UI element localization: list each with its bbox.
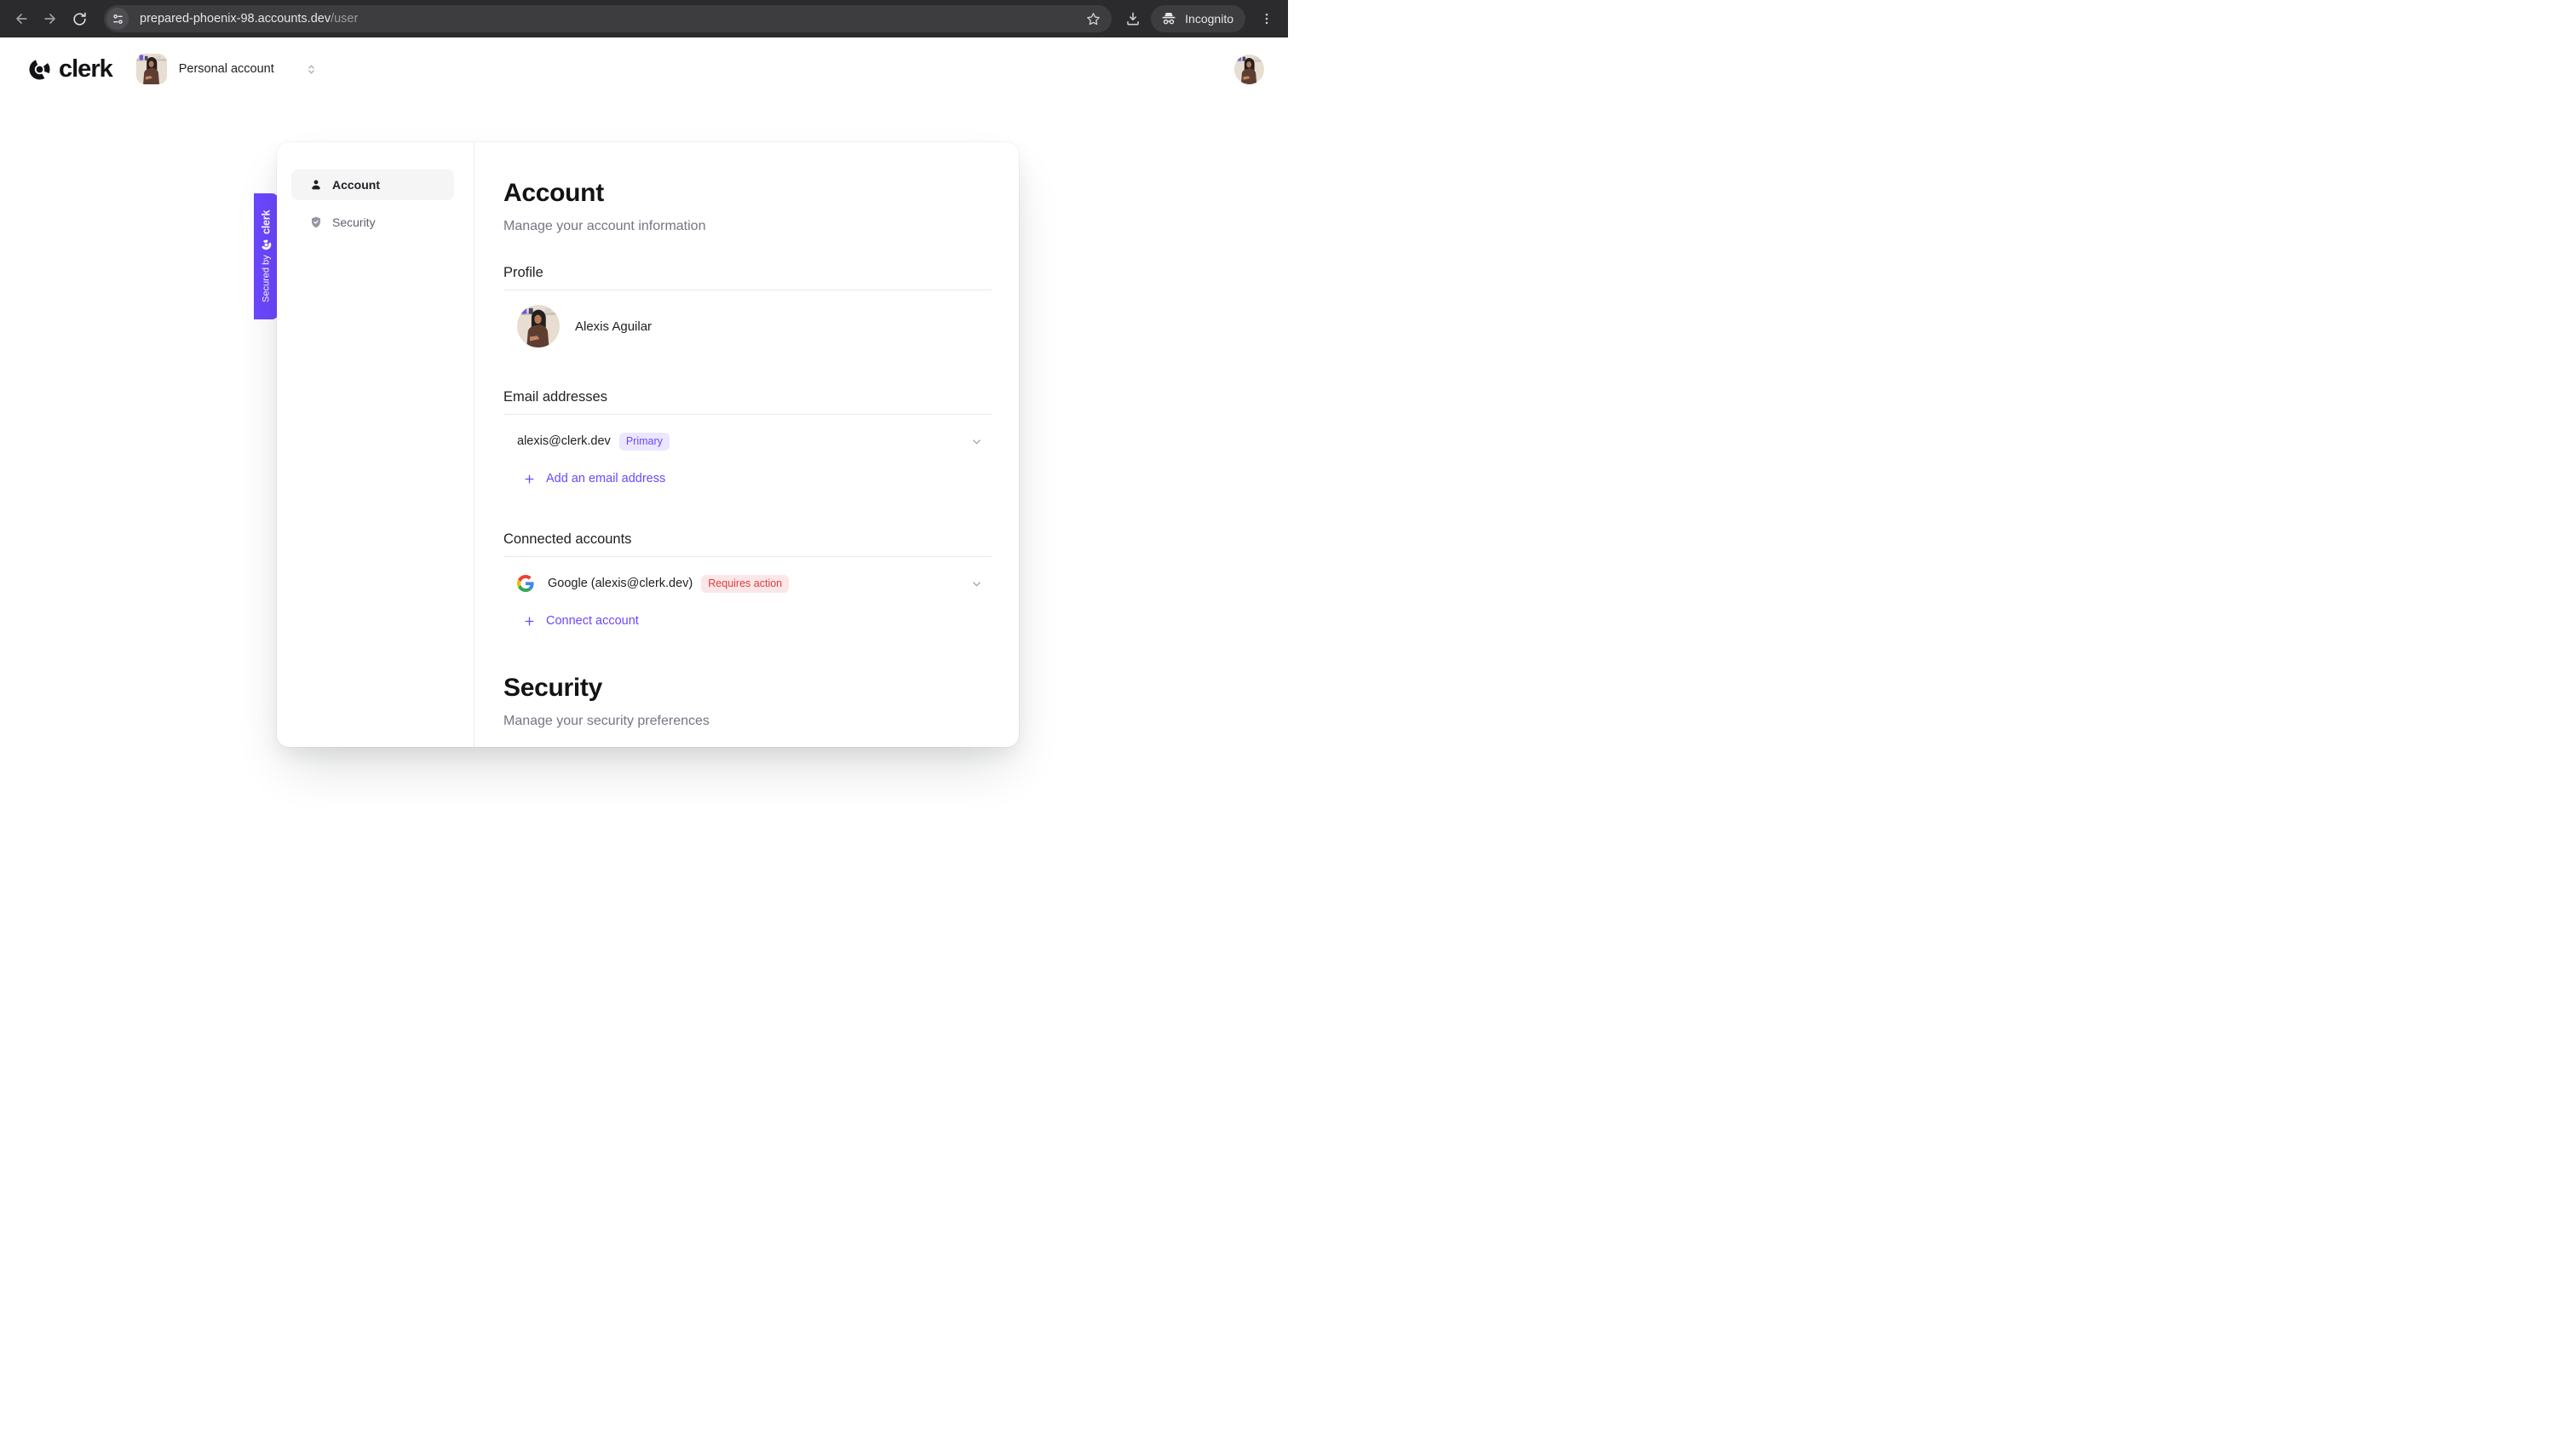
chevron-up-down-icon [305,63,318,76]
user-profile-card: Account Security Account Manage your acc… [277,142,1019,747]
connect-account-button[interactable]: Connect account [503,606,992,636]
site-header: clerk Personal account [0,37,1288,101]
connected-accounts-heading: Connected accounts [503,531,992,548]
security-title: Security [503,674,992,703]
avatar-image [1234,55,1264,84]
secured-by-clerk-badge[interactable]: Secured by clerk [254,193,279,319]
sidebar-item-account[interactable]: Account [291,169,454,200]
browser-toolbar: prepared-phoenix-98.accounts.dev/user In… [0,0,1288,37]
download-button[interactable] [1118,4,1147,33]
clerk-wordmark: clerk [59,55,112,83]
incognito-label: Incognito [1185,12,1233,26]
account-switcher[interactable]: Personal account [136,54,318,84]
email-address: alexis@clerk.dev [517,434,611,448]
sidebar-item-label: Account [332,178,380,192]
google-icon [517,575,534,592]
sidebar-item-label: Security [332,215,376,229]
profile-content: Account Manage your account information … [474,142,1019,747]
requires-action-badge: Requires action [701,575,789,593]
connected-account-expand-button[interactable] [970,577,983,590]
download-icon [1124,10,1141,27]
avatar-image [517,305,560,347]
connected-account-label: Google (alexis@clerk.dev) [548,577,693,590]
page-subtitle: Manage your account information [503,219,992,234]
primary-badge: Primary [619,433,670,451]
reload-icon [72,11,88,27]
plus-icon [524,616,535,627]
email-row-expand-button[interactable] [970,435,983,448]
profile-avatar [517,305,560,347]
connected-account-row[interactable]: Google (alexis@clerk.dev) Requires actio… [503,568,992,599]
profile-heading: Profile [503,265,992,281]
url-text: prepared-phoenix-98.accounts.dev/user [140,12,358,26]
avatar-image [136,54,167,84]
add-email-button[interactable]: Add an email address [503,463,992,494]
forward-button[interactable] [36,4,65,33]
tune-icon [111,12,125,26]
add-email-label: Add an email address [546,472,665,485]
divider [503,414,992,415]
incognito-badge: Incognito [1151,5,1245,32]
user-icon [309,178,323,192]
clerk-logo: clerk [28,55,112,83]
connect-account-label: Connect account [546,614,639,628]
profile-row[interactable]: Alexis Aguilar [503,305,992,347]
security-section: Security Manage your security preference… [503,674,992,729]
account-switcher-avatar [136,54,167,84]
connected-accounts-section: Connected accounts Google (alexis@clerk.… [503,531,992,636]
secured-by-brand: clerk [261,210,273,234]
star-icon [1085,11,1101,27]
incognito-icon [1160,10,1177,27]
email-addresses-heading: Email addresses [503,389,992,405]
back-icon [13,10,30,27]
url-path: /user [331,12,358,26]
security-subtitle: Manage your security preferences [503,714,992,729]
url-domain: prepared-phoenix-98.accounts.dev [140,12,331,26]
plus-icon [524,474,535,485]
reload-button[interactable] [65,4,94,33]
account-switcher-label: Personal account [179,62,274,76]
secured-by-label: Secured by [262,256,272,303]
clerk-logo-icon [261,239,272,250]
browser-menu-button[interactable] [1252,4,1281,33]
back-button[interactable] [7,4,36,33]
forward-icon [42,10,59,27]
chevron-down-icon [970,435,983,448]
email-addresses-section: Email addresses alexis@clerk.dev Primary… [503,389,992,494]
page-title: Account [503,179,992,208]
kebab-menu-icon [1259,11,1274,26]
user-menu-avatar[interactable] [1234,55,1264,84]
profile-sidebar: Account Security [277,142,474,747]
sidebar-item-security[interactable]: Security [291,207,454,238]
shield-check-icon [309,215,323,229]
bookmark-button[interactable] [1085,11,1101,27]
profile-name: Alexis Aguilar [575,319,652,334]
address-bar[interactable]: prepared-phoenix-98.accounts.dev/user [104,5,1112,32]
profile-section: Profile Alexis Aguilar [503,265,992,347]
chevron-down-icon [970,577,983,590]
divider [503,556,992,557]
site-settings-button[interactable] [106,8,129,30]
clerk-logo-icon [28,58,51,81]
email-row[interactable]: alexis@clerk.dev Primary [503,426,992,457]
